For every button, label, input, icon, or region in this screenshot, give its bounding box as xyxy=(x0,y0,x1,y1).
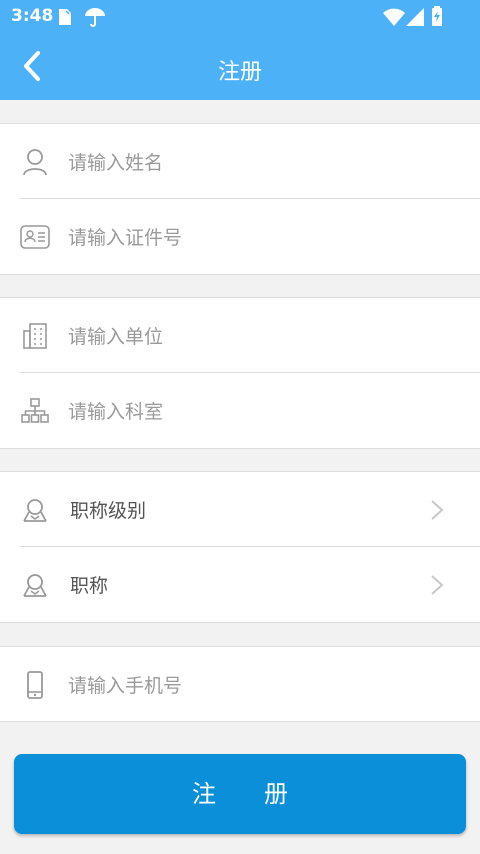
phone-field[interactable]: 请输入手机号 xyxy=(0,647,480,722)
toolbar: 注册 xyxy=(0,34,480,100)
unit-input[interactable]: 请输入单位 xyxy=(68,322,163,349)
badge-icon xyxy=(20,570,50,600)
unit-field[interactable]: 请输入单位 xyxy=(0,298,480,373)
building-icon xyxy=(20,321,50,351)
signal-icon xyxy=(406,8,424,30)
title-level-label: 职称级别 xyxy=(70,500,147,522)
chevron-right-icon xyxy=(430,573,450,597)
register-button[interactable]: 注 册 xyxy=(14,754,466,834)
sim-card-icon xyxy=(58,8,72,30)
mobile-phone-icon xyxy=(20,670,50,700)
umbrella-icon xyxy=(84,7,106,31)
id-number-input[interactable]: 请输入证件号 xyxy=(68,223,182,250)
wifi-icon xyxy=(383,8,405,30)
chevron-right-icon xyxy=(430,498,450,522)
title-selector[interactable]: 职称 xyxy=(0,547,480,622)
contact-group: 请输入手机号 xyxy=(0,646,480,722)
name-field[interactable]: 请输入姓名 xyxy=(0,124,480,199)
name-input[interactable]: 请输入姓名 xyxy=(68,148,163,175)
department-input[interactable]: 请输入科室 xyxy=(68,397,163,424)
status-bar: 3:48 xyxy=(0,0,480,34)
id-field[interactable]: 请输入证件号 xyxy=(0,199,480,274)
title-label: 职称 xyxy=(70,575,109,597)
page-title: 注册 xyxy=(217,60,262,85)
work-info-group: 请输入单位 请输入科室 xyxy=(0,297,480,449)
title-info-group: 职称级别 职称 xyxy=(0,471,480,623)
title-level-selector[interactable]: 职称级别 xyxy=(0,472,480,547)
org-chart-icon xyxy=(20,396,50,426)
department-field[interactable]: 请输入科室 xyxy=(0,373,480,448)
badge-icon xyxy=(20,495,50,525)
phone-input[interactable]: 请输入手机号 xyxy=(68,671,182,698)
status-time: 3:48 xyxy=(11,6,54,26)
person-icon xyxy=(20,147,50,177)
battery-charging-icon xyxy=(431,6,443,30)
id-card-icon xyxy=(20,222,50,252)
personal-info-group: 请输入姓名 请输入证件号 xyxy=(0,123,480,275)
